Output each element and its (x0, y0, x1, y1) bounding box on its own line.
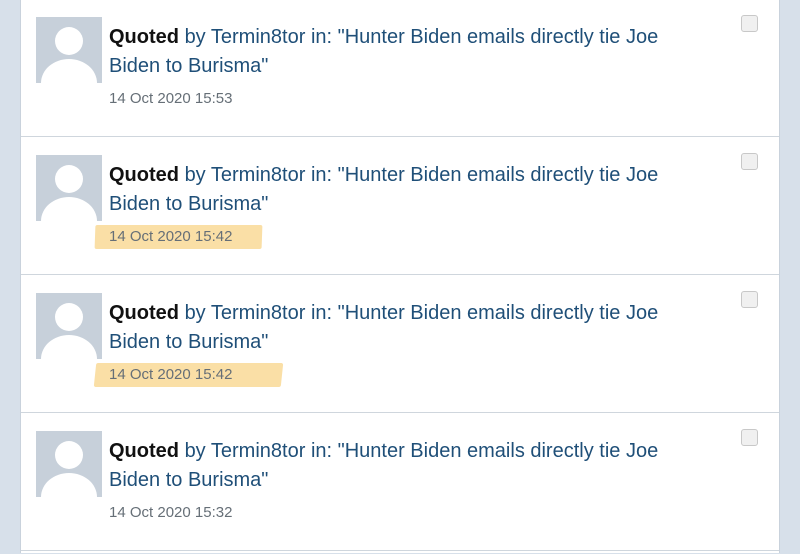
alert-select-checkbox[interactable] (741, 291, 758, 308)
alert-item: Quoted by Termin8tor in: "Hunter Biden e… (21, 275, 779, 413)
default-user-avatar-icon[interactable] (36, 155, 102, 221)
alert-in-text: in: (310, 440, 333, 462)
alert-time-wrap: 14 Oct 2020 15:42 (94, 225, 263, 249)
alert-time-wrap: 14 Oct 2020 15:42 (93, 363, 284, 387)
alert-user-link[interactable]: Termin8tor (211, 26, 305, 48)
alert-timestamp: 14 Oct 2020 15:53 (109, 90, 233, 107)
alert-content: Quoted by Termin8tor in: "Hunter Biden e… (109, 437, 709, 525)
alert-content: Quoted by Termin8tor in: "Hunter Biden e… (93, 299, 709, 387)
alert-verb: Quoted (109, 440, 179, 462)
alert-verb: Quoted (109, 164, 179, 186)
alert-in-text: in: (310, 164, 333, 186)
alert-time-wrap: 14 Oct 2020 15:32 (109, 501, 232, 525)
default-user-avatar-icon[interactable] (36, 17, 102, 83)
alert-user-link[interactable]: Termin8tor (211, 302, 305, 324)
alert-timestamp: 14 Oct 2020 15:32 (109, 504, 233, 521)
alert-title: Quoted by Termin8tor in: "Hunter Biden e… (109, 437, 709, 495)
alert-by-text: by (184, 440, 206, 462)
default-user-avatar-icon[interactable] (36, 431, 102, 497)
alert-title: Quoted by Termin8tor in: "Hunter Biden e… (109, 299, 709, 357)
alert-content: Quoted by Termin8tor in: "Hunter Biden e… (109, 23, 709, 111)
alert-content: Quoted by Termin8tor in: "Hunter Biden e… (94, 161, 709, 249)
alert-select-checkbox[interactable] (741, 429, 758, 446)
default-user-avatar-icon[interactable] (36, 293, 102, 359)
alerts-list: Quoted by Termin8tor in: "Hunter Biden e… (20, 0, 780, 553)
alert-item: Quoted by Termin8tor in: "Hunter Biden e… (21, 137, 779, 275)
alert-item: Quoted by Termin8tor in: "Hunter Biden e… (21, 0, 779, 137)
alert-timestamp: 14 Oct 2020 15:42 (109, 366, 233, 383)
alert-timestamp: 14 Oct 2020 15:42 (109, 228, 233, 245)
alert-verb: Quoted (109, 26, 179, 48)
alert-item: Quoted by Termin8tor in: "Hunter Biden e… (21, 413, 779, 551)
alert-select-checkbox[interactable] (741, 15, 758, 32)
alert-user-link[interactable]: Termin8tor (211, 440, 305, 462)
alert-by-text: by (184, 164, 206, 186)
alert-in-text: in: (310, 26, 333, 48)
alert-user-link[interactable]: Termin8tor (211, 164, 305, 186)
alert-verb: Quoted (109, 302, 179, 324)
alert-in-text: in: (310, 302, 333, 324)
alert-time-wrap: 14 Oct 2020 15:53 (109, 87, 232, 111)
alert-by-text: by (184, 26, 206, 48)
alert-title: Quoted by Termin8tor in: "Hunter Biden e… (109, 23, 709, 81)
alert-by-text: by (184, 302, 206, 324)
alert-title: Quoted by Termin8tor in: "Hunter Biden e… (109, 161, 709, 219)
alert-select-checkbox[interactable] (741, 153, 758, 170)
